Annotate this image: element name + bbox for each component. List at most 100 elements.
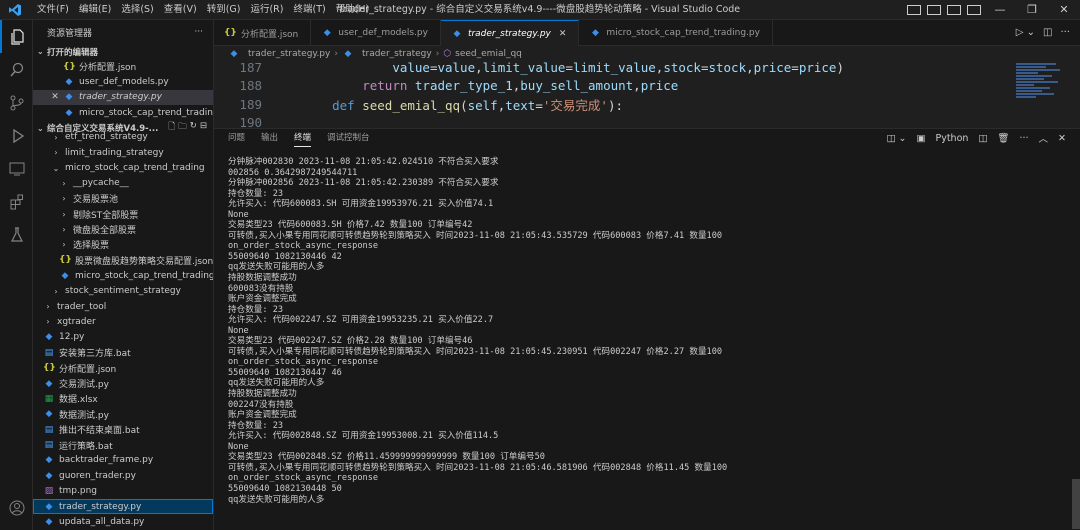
json-file-icon: {} <box>224 28 237 38</box>
split-terminal-icon[interactable]: ◫ <box>978 133 987 144</box>
tree-folder[interactable]: › limit_trading_strategy <box>33 145 213 160</box>
customize-layout-icon[interactable] <box>967 5 981 15</box>
tree-file[interactable]: ◆ 12.py <box>33 330 213 345</box>
tree-item-label: limit_trading_strategy <box>65 147 164 158</box>
tree-file[interactable]: ◆ updata_all_data.py <box>33 514 213 529</box>
open-editor-label: trader_strategy.py <box>79 92 162 103</box>
minimize-button[interactable]: — <box>984 0 1016 20</box>
account-icon[interactable] <box>0 491 33 524</box>
editor-tab[interactable]: ◆ user_def_models.py <box>311 20 441 46</box>
editor-tab[interactable]: {} 分析配置.json <box>214 20 312 46</box>
menu-bar: 文件(F) 编辑(E) 选择(S) 查看(V) 转到(G) 运行(R) 终端(T) 帮助(H) <box>32 0 374 20</box>
terminal-output[interactable]: 分钟脉冲002830 2023-11-08 21:05:42.024510 不符… <box>228 157 1070 505</box>
close-window-button[interactable]: ✕ <box>1048 0 1080 20</box>
restore-button[interactable]: ❐ <box>1016 0 1048 20</box>
tree-file[interactable]: ▤ 安装第三方库.bat <box>33 345 213 360</box>
menu-item[interactable]: 编辑(E) <box>74 0 116 20</box>
terminal-dropdown-icon[interactable]: ◫ ⌄ <box>887 133 907 144</box>
tree-file[interactable]: ◆ backtrader_frame.py <box>33 453 213 468</box>
toggle-secondary-sidebar-icon[interactable] <box>947 5 961 15</box>
source-control-icon[interactable] <box>0 86 33 119</box>
more-actions-icon[interactable]: ··· <box>1060 27 1070 38</box>
panel-tabs: 问题 输出 终端 调试控制台 ◫ ⌄ ▣ Python ◫ 🗑 ··· ︿ ✕ <box>214 129 1080 147</box>
tree-folder[interactable]: › __pycache__ <box>33 176 213 191</box>
tree-file[interactable]: ◆ micro_stock_cap_trend_trading.py <box>33 268 213 283</box>
toggle-panel-icon[interactable] <box>927 5 941 15</box>
new-file-icon[interactable]: 🗋 <box>168 121 175 135</box>
terminal-type-label[interactable]: Python <box>935 133 968 144</box>
more-actions-icon[interactable]: ··· <box>194 27 203 37</box>
tree-file[interactable]: ▤ 运行策略.bat <box>33 437 213 452</box>
tab-terminal[interactable]: 终端 <box>294 129 312 147</box>
chevron-right-icon: › <box>46 317 50 327</box>
run-debug-icon[interactable] <box>0 119 33 152</box>
close-icon[interactable]: ✕ <box>49 92 61 102</box>
tree-file[interactable]: ◆ 交易测试.py <box>33 376 213 391</box>
python-terminal-icon[interactable]: ▣ <box>916 133 925 144</box>
run-file-icon[interactable]: ▷ ⌄ <box>1016 27 1035 38</box>
extensions-icon[interactable] <box>0 185 33 218</box>
close-icon[interactable]: ✕ <box>559 29 567 39</box>
maximize-panel-icon[interactable]: ︿ <box>1039 131 1049 145</box>
search-icon[interactable] <box>0 53 33 86</box>
toggle-sidebar-icon[interactable] <box>907 5 921 15</box>
tree-folder[interactable]: › stock_sentiment_strategy <box>33 283 213 298</box>
explorer-sidebar: 资源管理器 ··· ⌄ 打开的编辑器 {} 分析配置.json ◆ user_def_… <box>33 20 214 530</box>
python-file-icon: ◆ <box>591 28 599 38</box>
tree-folder[interactable]: ⌄ micro_stock_cap_trend_trading <box>33 160 213 175</box>
menu-item[interactable]: 查看(V) <box>159 0 202 20</box>
tree-file[interactable]: ◆ trader_strategy.py <box>33 498 213 515</box>
open-editor-item[interactable]: {} 分析配置.json <box>33 59 213 74</box>
tree-folder[interactable]: › trader_tool <box>33 299 213 314</box>
code-text: def seed_emial_qq(self,text='交易完成'): <box>332 97 623 113</box>
tree-item-label: 数据测试.py <box>59 410 109 421</box>
minimap[interactable] <box>1016 62 1066 122</box>
open-editor-item[interactable]: ✕ ◆ trader_strategy.py <box>33 89 213 106</box>
code-view[interactable]: 187 value=value,limit_value=limit_value,… <box>214 58 1014 132</box>
testing-icon[interactable] <box>0 218 33 251</box>
open-editor-item[interactable]: ◆ micro_stock_cap_trend_trading.... <box>33 105 213 120</box>
tree-file[interactable]: ◆ 数据测试.py <box>33 407 213 422</box>
tree-file[interactable]: ▨ tmp.png <box>33 484 213 499</box>
explorer-icon[interactable] <box>0 20 33 53</box>
menu-item[interactable]: 选择(S) <box>116 0 158 20</box>
tree-folder[interactable]: › 交易股票池 <box>33 191 213 206</box>
menu-item[interactable]: 帮助(H) <box>331 0 375 20</box>
tab-output[interactable]: 输出 <box>261 129 278 147</box>
python-file-icon: ◆ <box>61 270 69 281</box>
editor-tab[interactable]: ◆ trader_strategy.py ✕ <box>440 20 580 46</box>
tree-folder[interactable]: › xgtrader <box>33 314 213 329</box>
tree-folder[interactable]: › 剔除ST全部股票 <box>33 207 213 222</box>
menu-item[interactable]: 文件(F) <box>32 0 74 20</box>
more-actions-icon[interactable]: ··· <box>1019 133 1028 144</box>
open-editor-item[interactable]: ◆ user_def_models.py <box>33 74 213 89</box>
python-file-icon: ◆ <box>65 77 73 88</box>
terminal-line: on_order_stock_async_response <box>228 357 379 368</box>
tree-folder[interactable]: › 微盘股全部股票 <box>33 222 213 237</box>
trash-icon[interactable]: 🗑 <box>997 133 1009 144</box>
editor-tab-label: 分析配置.json <box>241 29 299 40</box>
split-editor-icon[interactable]: ◫ <box>1043 27 1052 38</box>
remote-explorer-icon[interactable] <box>0 152 33 185</box>
tree-item-label: 剔除ST全部股票 <box>73 210 139 221</box>
tab-debug-console[interactable]: 调试控制台 <box>327 129 370 147</box>
menu-item[interactable]: 运行(R) <box>245 0 288 20</box>
menu-item[interactable]: 终端(T) <box>288 0 330 20</box>
tree-folder[interactable]: › 选择股票 <box>33 237 213 252</box>
tab-problems[interactable]: 问题 <box>228 129 245 147</box>
close-panel-icon[interactable]: ✕ <box>1058 133 1066 144</box>
open-editors-section[interactable]: ⌄ 打开的编辑器 <box>33 44 213 59</box>
tree-file[interactable]: ▦ 数据.xlsx <box>33 391 213 406</box>
collapse-all-icon[interactable]: ⊟ <box>200 121 207 135</box>
new-folder-icon[interactable]: 🗀 <box>178 121 187 135</box>
tree-file[interactable]: ▤ 推出不结束桌面.bat <box>33 422 213 437</box>
tree-file[interactable]: {} 分析配置.json <box>33 360 213 375</box>
editor-tab[interactable]: ◆ micro_stock_cap_trend_trading.py <box>579 20 773 46</box>
terminal-scrollbar[interactable] <box>1072 479 1080 529</box>
tree-file[interactable]: ◆ guoren_trader.py <box>33 468 213 483</box>
menu-item[interactable]: 转到(G) <box>202 0 246 20</box>
tree-file[interactable]: {} 股票微盘股趋势策略交易配置.json <box>33 253 213 268</box>
refresh-icon[interactable]: ↻ <box>190 121 197 135</box>
chevron-right-icon: › <box>62 240 66 250</box>
editor-tab-label: user_def_models.py <box>338 28 428 38</box>
